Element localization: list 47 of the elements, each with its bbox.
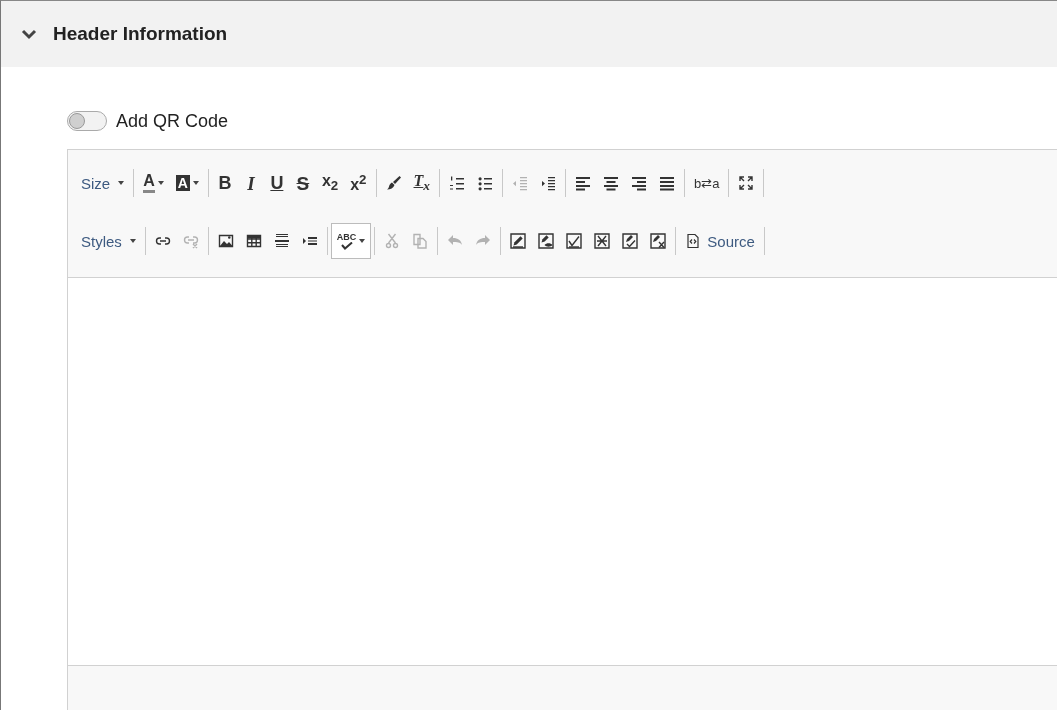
image-icon [217, 233, 234, 249]
underline-button[interactable]: U [263, 169, 290, 197]
toggle-switch[interactable] [67, 111, 107, 131]
dropdown-button[interactable]: Styles [75, 227, 142, 255]
section-title: Header Information [53, 23, 228, 45]
numbered-list-icon [449, 175, 465, 191]
bold-button[interactable]: B [211, 169, 238, 197]
pencil-eye-icon [538, 233, 555, 249]
background-color-button[interactable]: A [169, 169, 205, 197]
superscript-button[interactable]: x$^{2}$ [344, 169, 373, 197]
source-button[interactable]: Source [679, 227, 761, 255]
paintbrush-icon [385, 175, 402, 191]
cross-box-icon [594, 233, 611, 249]
bullet-list-icon [477, 175, 493, 191]
copy-icon [412, 233, 429, 249]
caret-icon [118, 181, 125, 185]
align-center-icon [603, 175, 619, 191]
pencil-box-icon [510, 233, 527, 249]
text-color-button[interactable]: A [137, 169, 170, 197]
toggle-label: Add QR Code [116, 110, 229, 132]
text-direction-button[interactable]: b⇄a [688, 169, 726, 197]
caret-icon [359, 239, 366, 243]
scissors-icon [384, 233, 401, 249]
outdent-icon [512, 175, 528, 191]
unlink-icon [182, 233, 199, 249]
caret-icon [157, 181, 164, 185]
subscript-button[interactable]: x$_{2}$ [315, 169, 345, 197]
document-code-icon [685, 233, 702, 249]
pencil-cross-icon [650, 233, 667, 249]
italic-button[interactable]: I [237, 169, 264, 197]
horizontal-line-icon [273, 233, 290, 249]
strikethrough-button[interactable]: S [289, 169, 316, 197]
caret-icon [192, 181, 199, 185]
caret-icon [129, 239, 136, 243]
align-left-icon [575, 175, 591, 191]
section-header[interactable]: Header Information [1, 1, 1057, 67]
dropdown-button[interactable]: Size [75, 169, 131, 197]
remove-format-button[interactable]: T$_{x}$ [407, 169, 436, 197]
table-icon [245, 233, 262, 249]
check-icon [338, 241, 355, 250]
maximize-icon [738, 175, 755, 191]
pencil-check-icon [622, 233, 639, 249]
justify-icon [659, 175, 675, 191]
spellcheck-button[interactable]: ABC [330, 223, 372, 259]
check-box-icon [566, 233, 583, 249]
indent-icon [540, 175, 556, 191]
align-right-icon [631, 175, 647, 191]
